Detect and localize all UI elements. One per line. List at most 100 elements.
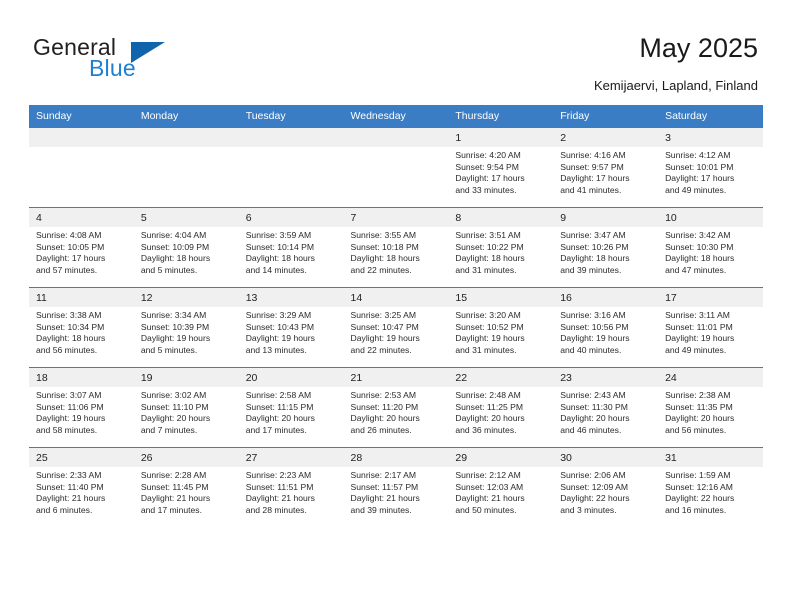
day-sun-info: Sunrise: 2:28 AM Sunset: 11:45 PM Daylight… — [134, 467, 239, 516]
day-info-line: Daylight: 20 hours — [350, 413, 420, 424]
day-info-line: Sunset: 10:56 PM — [560, 321, 629, 332]
day-cell[interactable]: 11 Sunrise: 3:38 AM Sunset: 10:34 PM Daylig… — [29, 288, 134, 367]
calendar-cell: 12 Sunrise: 3:34 AM Sunset: 10:39 PM Daylig… — [133, 287, 239, 368]
day-sun-info: Sunrise: 2:17 AM Sunset: 11:57 PM Daylight… — [344, 467, 449, 516]
day-info-line: and 31 minutes. — [455, 344, 517, 355]
day-sun-info: Sunrise: 2:58 AM Sunset: 11:15 PM Daylight… — [239, 387, 344, 436]
day-info-line: Sunrise: 2:58 AM — [245, 390, 312, 400]
day-cell[interactable]: 23 Sunrise: 2:43 AM Sunset: 11:30 PM Daylig… — [553, 368, 659, 447]
day-info-line: Daylight: 19 hours — [36, 413, 106, 424]
calendar-cell: 27 Sunrise: 2:23 AM Sunset: 11:51 PM Daylig… — [238, 447, 344, 527]
day-info-line: Sunset: 10:39 PM — [140, 321, 210, 332]
day-info-line: and 47 minutes. — [665, 264, 727, 275]
day-info-line: Sunrise: 3:51 AM — [455, 230, 521, 240]
day-cell[interactable]: 10 Sunrise: 3:42 AM Sunset: 10:30 PM Daylig… — [658, 208, 763, 287]
day-sun-info: Sunrise: 3:42 AM Sunset: 10:30 PM Daylight… — [658, 227, 763, 276]
day-number: 9 — [553, 208, 659, 227]
day-info-line: and 56 minutes. — [36, 344, 98, 355]
day-info-line: Sunrise: 3:47 AM — [560, 230, 626, 240]
day-info-line: Daylight: 18 hours — [665, 253, 735, 264]
weekday-header-thursday: Thursday — [448, 105, 554, 128]
calendar-cell: 11 Sunrise: 3:38 AM Sunset: 10:34 PM Daylig… — [29, 287, 134, 368]
day-sun-info: Sunrise: 3:51 AM Sunset: 10:22 PM Daylight… — [448, 227, 553, 276]
day-number: 6 — [238, 208, 344, 227]
day-info-line: Daylight: 19 hours — [665, 333, 735, 344]
day-cell[interactable]: 5 Sunrise: 4:04 AM Sunset: 10:09 PM Dayligh… — [133, 208, 239, 287]
day-sun-info: Sunrise: 2:33 AM Sunset: 11:40 PM Daylight… — [29, 467, 134, 516]
day-cell[interactable]: 22 Sunrise: 2:48 AM Sunset: 11:25 PM Daylig… — [448, 368, 554, 447]
day-cell[interactable]: 29 Sunrise: 2:12 AM Sunset: 12:03 AM Daylig… — [448, 448, 554, 527]
day-number: 5 — [133, 208, 239, 227]
day-number: 26 — [133, 448, 239, 467]
day-number: 29 — [448, 448, 554, 467]
day-cell[interactable]: 9 Sunrise: 3:47 AM Sunset: 10:26 PM Dayligh… — [553, 208, 659, 287]
day-cell[interactable]: 30 Sunrise: 2:06 AM Sunset: 12:09 AM Daylig… — [553, 448, 659, 527]
day-info-line: Sunset: 12:16 AM — [665, 481, 733, 492]
day-cell[interactable]: 21 Sunrise: 2:53 AM Sunset: 11:20 PM Daylig… — [343, 368, 449, 447]
day-cell[interactable]: 17 Sunrise: 3:11 AM Sunset: 11:01 PM Daylig… — [658, 288, 763, 367]
day-sun-info: Sunrise: 2:06 AM Sunset: 12:09 AM Daylight… — [553, 467, 658, 516]
day-cell[interactable]: 3 Sunrise: 4:12 AM Sunset: 10:01 PM Dayligh… — [658, 128, 763, 207]
day-sun-info: Sunrise: 3:20 AM Sunset: 10:52 PM Daylight… — [448, 307, 553, 356]
day-sun-info — [344, 147, 449, 150]
day-info-line: Sunset: 11:25 PM — [455, 401, 524, 412]
day-cell[interactable]: 1 Sunrise: 4:20 AM Sunset: 9:54 PM Daylight… — [448, 128, 554, 207]
blue-triangle-logo-icon — [131, 42, 165, 63]
day-info-line: Sunrise: 4:12 AM — [665, 150, 731, 160]
day-cell[interactable]: 27 Sunrise: 2:23 AM Sunset: 11:51 PM Daylig… — [238, 448, 344, 527]
day-info-line: and 5 minutes. — [140, 264, 198, 275]
day-info-line: Daylight: 21 hours — [245, 493, 315, 504]
day-info-line: Sunrise: 2:48 AM — [455, 390, 521, 400]
day-sun-info: Sunrise: 2:23 AM Sunset: 11:51 PM Daylight… — [239, 467, 344, 516]
day-info-line: Sunrise: 4:04 AM — [140, 230, 207, 240]
day-number: 8 — [448, 208, 554, 227]
day-info-line: Sunrise: 3:55 AM — [350, 230, 416, 240]
day-number: 16 — [553, 288, 659, 307]
day-cell[interactable]: 25 Sunrise: 2:33 AM Sunset: 11:40 PM Daylig… — [29, 448, 134, 527]
day-info-line: Sunrise: 3:11 AM — [665, 310, 730, 320]
day-sun-info: Sunrise: 3:25 AM Sunset: 10:47 PM Daylight… — [344, 307, 449, 356]
calendar-cell: 10 Sunrise: 3:42 AM Sunset: 10:30 PM Daylig… — [658, 207, 763, 288]
day-cell[interactable]: 18 Sunrise: 3:07 AM Sunset: 11:06 PM Daylig… — [29, 368, 134, 447]
day-cell[interactable]: 8 Sunrise: 3:51 AM Sunset: 10:22 PM Dayligh… — [448, 208, 554, 287]
day-cell[interactable]: 12 Sunrise: 3:34 AM Sunset: 10:39 PM Daylig… — [133, 288, 239, 367]
day-sun-info: Sunrise: 3:11 AM Sunset: 11:01 PM Daylight… — [658, 307, 763, 356]
page-subtitle: Kemijaervi, Lapland, Finland — [593, 78, 758, 93]
day-cell[interactable]: 24 Sunrise: 2:38 AM Sunset: 11:35 PM Daylig… — [658, 368, 763, 447]
weekday-header-wednesday: Wednesday — [343, 105, 449, 128]
day-info-line: Sunset: 11:45 PM — [140, 481, 209, 492]
day-cell[interactable]: 16 Sunrise: 3:16 AM Sunset: 10:56 PM Daylig… — [553, 288, 659, 367]
day-cell[interactable]: 20 Sunrise: 2:58 AM Sunset: 11:15 PM Daylig… — [238, 368, 344, 447]
day-info-line: Sunrise: 3:42 AM — [665, 230, 731, 240]
day-cell[interactable]: 2 Sunrise: 4:16 AM Sunset: 9:57 PM Daylight… — [553, 128, 659, 207]
day-info-line: Sunset: 11:01 PM — [665, 321, 733, 332]
day-cell[interactable]: 26 Sunrise: 2:28 AM Sunset: 11:45 PM Daylig… — [133, 448, 239, 527]
day-cell[interactable]: 28 Sunrise: 2:17 AM Sunset: 11:57 PM Daylig… — [343, 448, 449, 527]
day-cell[interactable]: 13 Sunrise: 3:29 AM Sunset: 10:43 PM Daylig… — [238, 288, 344, 367]
day-info-line: Daylight: 22 hours — [560, 493, 630, 504]
day-number: 23 — [553, 368, 659, 387]
day-info-line: and 31 minutes. — [455, 264, 517, 275]
day-sun-info: Sunrise: 3:29 AM Sunset: 10:43 PM Daylight… — [239, 307, 344, 356]
day-info-line: Daylight: 20 hours — [455, 413, 525, 424]
day-info-line: and 39 minutes. — [560, 264, 622, 275]
day-number — [29, 128, 134, 147]
calendar-cell: 4 Sunrise: 4:08 AM Sunset: 10:05 PM Dayligh… — [29, 207, 134, 288]
brand-logo[interactable]: General Blue — [33, 34, 263, 90]
day-cell[interactable]: 15 Sunrise: 3:20 AM Sunset: 10:52 PM Daylig… — [448, 288, 554, 367]
day-cell[interactable]: 6 Sunrise: 3:59 AM Sunset: 10:14 PM Dayligh… — [238, 208, 344, 287]
day-cell[interactable]: 19 Sunrise: 3:02 AM Sunset: 11:10 PM Daylig… — [133, 368, 239, 447]
page-title: May 2025 — [639, 33, 758, 63]
day-cell[interactable]: 7 Sunrise: 3:55 AM Sunset: 10:18 PM Dayligh… — [343, 208, 449, 287]
day-info-line: and 5 minutes. — [140, 344, 198, 355]
day-number: 18 — [29, 368, 134, 387]
day-cell[interactable]: 4 Sunrise: 4:08 AM Sunset: 10:05 PM Dayligh… — [29, 208, 134, 287]
day-info-line: Daylight: 21 hours — [36, 493, 106, 504]
day-cell[interactable]: 14 Sunrise: 3:25 AM Sunset: 10:47 PM Daylig… — [343, 288, 449, 367]
day-cell[interactable]: 31 Sunrise: 1:59 AM Sunset: 12:16 AM Daylig… — [658, 448, 763, 527]
day-sun-info: Sunrise: 3:07 AM Sunset: 11:06 PM Daylight… — [29, 387, 134, 436]
day-info-line: Daylight: 19 hours — [455, 333, 525, 344]
day-number — [343, 128, 449, 147]
day-info-line: Sunrise: 3:25 AM — [350, 310, 416, 320]
day-info-line: and 3 minutes. — [560, 504, 617, 515]
